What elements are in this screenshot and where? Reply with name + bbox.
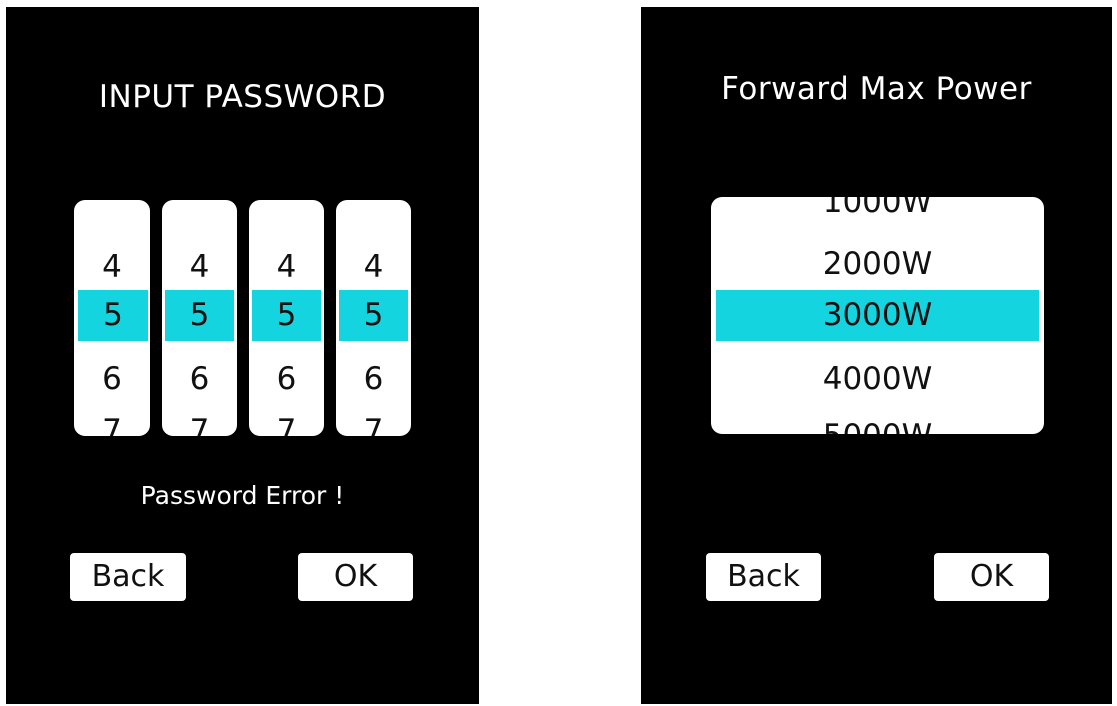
wheel-value: 3 xyxy=(74,200,150,214)
selected-digit-highlight: 5 xyxy=(165,290,234,341)
wheel-value: 6 xyxy=(363,361,384,397)
selected-digit: 5 xyxy=(189,297,210,333)
wheel-value: 7 xyxy=(189,413,210,436)
power-option: 5000W xyxy=(711,409,1044,434)
back-button[interactable]: Back xyxy=(70,553,186,601)
wheel-value: 7 xyxy=(363,413,384,436)
power-setting-screen: Forward Max Power 1000W 2000W 4000W 5000… xyxy=(641,7,1112,704)
back-button[interactable]: Back xyxy=(706,553,821,601)
selected-digit: 5 xyxy=(276,297,297,333)
selected-power: 3000W xyxy=(822,297,933,333)
error-message: Password Error ! xyxy=(140,481,345,510)
selected-digit-highlight: 5 xyxy=(252,290,321,341)
power-option: 1000W xyxy=(822,197,933,220)
selected-digit-highlight: 5 xyxy=(78,290,148,341)
selected-power-highlight: 3000W xyxy=(716,290,1039,341)
selected-digit: 5 xyxy=(363,297,384,333)
wheel-value: 6 xyxy=(189,361,210,397)
wheel-value: 3 xyxy=(336,200,411,214)
ok-button[interactable]: OK xyxy=(934,553,1049,601)
wheel-value: 7 xyxy=(102,413,122,436)
wheel-value: 3 xyxy=(249,200,324,214)
selected-digit: 5 xyxy=(103,297,123,333)
wheel-value: 4 xyxy=(102,249,122,285)
power-option: 4000W xyxy=(822,361,933,397)
wheel-value: 7 xyxy=(276,413,297,436)
wheel-value: 4 xyxy=(276,249,297,285)
screen-title: Forward Max Power xyxy=(721,71,1032,107)
power-option: 2000W xyxy=(822,246,933,282)
ok-button[interactable]: OK xyxy=(298,553,413,601)
screen-title: INPUT PASSWORD xyxy=(98,79,387,115)
selected-digit-highlight: 5 xyxy=(339,290,408,341)
wheel-value: 6 xyxy=(276,361,297,397)
wheel-value: 3 xyxy=(162,200,237,214)
wheel-value: 4 xyxy=(189,249,210,285)
wheel-value: 6 xyxy=(102,361,122,397)
wheel-value: 4 xyxy=(363,249,384,285)
password-screen: INPUT PASSWORD 3 4 6 7 3 4 6 7 3 4 6 7 3… xyxy=(6,7,479,704)
